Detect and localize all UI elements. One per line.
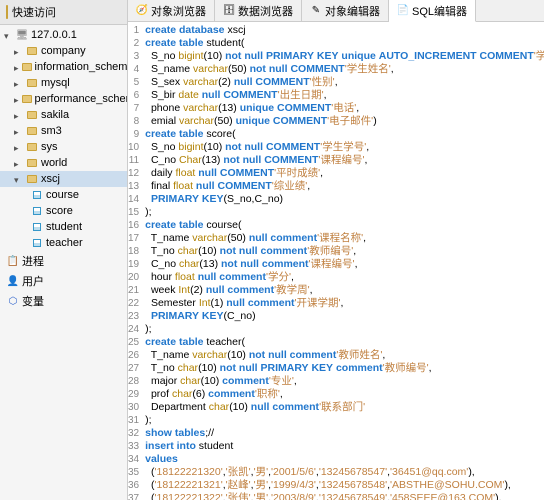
tab-object-browser[interactable]: 🧭对象浏览器 xyxy=(128,0,215,21)
table-icon xyxy=(31,221,43,233)
tab-object-editor[interactable]: ✎对象编辑器 xyxy=(302,0,389,21)
table-icon xyxy=(31,205,43,217)
pencil-icon: ✎ xyxy=(310,5,322,17)
database-icon xyxy=(26,125,38,137)
table-node[interactable]: student xyxy=(0,219,127,235)
quick-access-label: 快速访问 xyxy=(12,4,56,20)
quick-access-header[interactable]: 快速访问 xyxy=(0,0,127,25)
chevron-right-icon: ▸ xyxy=(14,111,23,120)
chevron-right-icon: ▸ xyxy=(14,127,23,136)
tab-bar: 🧭对象浏览器 🗄数据浏览器 ✎对象编辑器 📄SQL编辑器 xyxy=(128,0,544,22)
db-node[interactable]: ▸company xyxy=(0,43,127,59)
db-node[interactable]: ▸sm3 xyxy=(0,123,127,139)
data-icon: 🗄 xyxy=(223,5,235,17)
server-icon: 🖥 xyxy=(16,29,28,41)
table-node[interactable]: course xyxy=(0,187,127,203)
browser-icon: 🧭 xyxy=(136,5,148,17)
table-node[interactable]: score xyxy=(0,203,127,219)
db-node[interactable]: ▸performance_schema xyxy=(0,91,127,107)
user-icon: 👤 xyxy=(7,275,19,287)
database-icon xyxy=(26,109,38,121)
database-icon xyxy=(26,45,38,57)
db-node-xscj[interactable]: ▾xscj xyxy=(0,171,127,187)
sql-icon: 📄 xyxy=(397,5,409,17)
chevron-down-icon: ▾ xyxy=(14,175,23,184)
table-icon xyxy=(31,189,43,201)
db-node[interactable]: ▸sakila xyxy=(0,107,127,123)
chevron-right-icon: ▸ xyxy=(14,63,19,72)
chevron-down-icon: ▾ xyxy=(4,31,13,40)
process-icon: 📋 xyxy=(7,255,19,267)
chevron-right-icon: ▸ xyxy=(14,79,23,88)
database-icon xyxy=(22,93,32,105)
section-users[interactable]: 👤用户 xyxy=(0,271,127,291)
chevron-right-icon: ▸ xyxy=(14,143,23,152)
database-icon xyxy=(26,157,38,169)
variable-icon: ⬡ xyxy=(7,295,19,307)
server-node[interactable]: ▾ 🖥 127.0.0.1 xyxy=(0,27,127,43)
line-gutter: 1234567891011121314151617181920212223242… xyxy=(128,22,143,500)
chevron-right-icon: ▸ xyxy=(14,159,23,168)
database-icon xyxy=(22,61,32,73)
tab-data-browser[interactable]: 🗄数据浏览器 xyxy=(215,0,302,21)
db-node[interactable]: ▸sys xyxy=(0,139,127,155)
server-label: 127.0.0.1 xyxy=(31,29,77,41)
sql-editor[interactable]: 1234567891011121314151617181920212223242… xyxy=(128,22,544,500)
db-node[interactable]: ▸information_schema xyxy=(0,59,127,75)
db-node[interactable]: ▸world xyxy=(0,155,127,171)
database-icon xyxy=(26,77,38,89)
db-tree: ▾ 🖥 127.0.0.1 ▸company ▸information_sche… xyxy=(0,25,127,311)
db-node[interactable]: ▸mysql xyxy=(0,75,127,91)
section-process[interactable]: 📋进程 xyxy=(0,251,127,271)
chevron-right-icon: ▸ xyxy=(14,95,19,104)
table-icon xyxy=(31,237,43,249)
chevron-right-icon: ▸ xyxy=(14,47,23,56)
folder-icon xyxy=(6,6,8,18)
database-icon xyxy=(26,141,38,153)
code-area[interactable]: create database xscjcreate table student… xyxy=(143,22,544,500)
tab-sql-editor[interactable]: 📄SQL编辑器 xyxy=(389,0,476,22)
table-node[interactable]: teacher xyxy=(0,235,127,251)
section-vars[interactable]: ⬡变量 xyxy=(0,291,127,311)
database-icon xyxy=(26,173,38,185)
